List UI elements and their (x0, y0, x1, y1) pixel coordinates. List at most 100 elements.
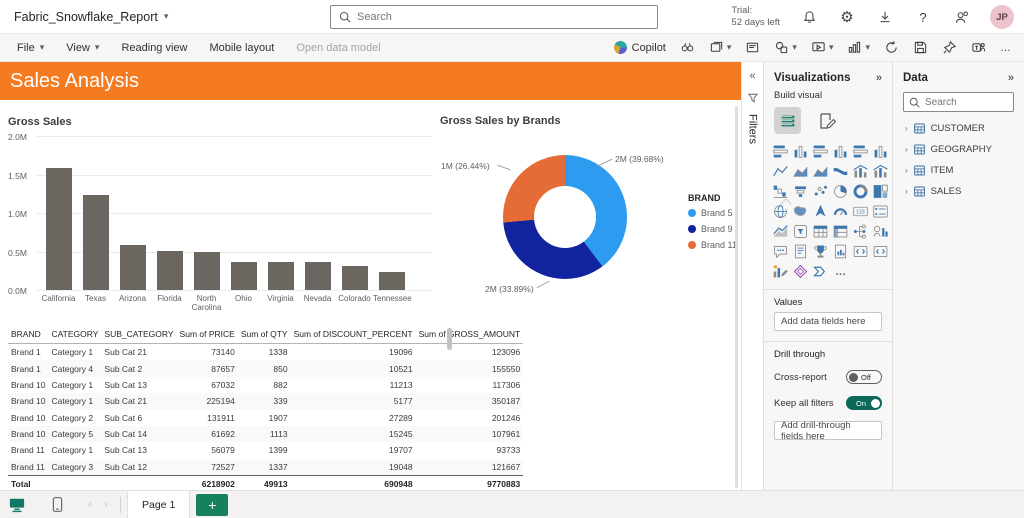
stacked-bar-chart-icon[interactable] (771, 142, 790, 161)
bar-texas[interactable] (82, 194, 109, 290)
column-header[interactable]: BRAND (8, 325, 49, 344)
column-header[interactable]: Sum of GROSS_AMOUNT (415, 325, 524, 344)
prev-page-icon[interactable]: ‹ (82, 499, 98, 511)
table-row[interactable]: Brand 1 Category 4 Sub Cat 2 87657 850 10521 1… (8, 360, 524, 377)
desktop-view-icon[interactable] (4, 491, 30, 518)
explore-icon[interactable] (680, 40, 695, 55)
table-scrollbar[interactable] (447, 328, 452, 350)
key-influencers-icon[interactable] (871, 222, 890, 241)
help-icon[interactable]: ? (914, 8, 932, 26)
settings-icon[interactable]: ⚙ (838, 8, 856, 26)
menu-item-file[interactable]: File ▾ (8, 38, 53, 58)
column-header[interactable]: Sum of DISCOUNT_PERCENT (290, 325, 416, 344)
table-row[interactable]: Brand 10 Category 5 Sub Cat 14 61692 1113 152… (8, 425, 524, 443)
bar-tennessee[interactable] (378, 272, 405, 290)
more-options-icon[interactable]: … (1000, 42, 1012, 54)
decomposition-tree-icon[interactable] (851, 222, 870, 241)
line-stacked-column-chart-icon[interactable] (851, 162, 870, 181)
data-table-customer[interactable]: › CUSTOMER (893, 118, 1024, 139)
next-page-icon[interactable]: › (98, 499, 114, 511)
values-field-well[interactable]: Add data fields here (774, 312, 882, 331)
build-visual-selected-icon[interactable] (774, 107, 801, 134)
bar-nevada[interactable] (304, 262, 331, 290)
metrics-icon[interactable] (811, 242, 830, 261)
matrix-icon[interactable] (831, 222, 850, 241)
stacked-area-chart-icon[interactable] (811, 162, 830, 181)
download-icon[interactable] (876, 8, 894, 26)
legend-item-brand-11[interactable]: Brand 11 (688, 240, 737, 250)
power-apps-icon[interactable] (791, 262, 810, 281)
waterfall-chart-icon[interactable] (771, 182, 790, 201)
treemap-icon[interactable] (871, 182, 890, 201)
card-icon[interactable]: 123 (851, 202, 870, 221)
gauge-icon[interactable] (831, 202, 850, 221)
table-row[interactable]: Brand 1 Category 1 Sub Cat 21 73140 1338 1909… (8, 344, 523, 361)
new-visual-icon[interactable]: ▾ (847, 40, 870, 55)
filled-map-icon[interactable] (791, 202, 810, 221)
donut-chart[interactable] (503, 155, 627, 279)
bar-california[interactable] (45, 168, 72, 290)
collapse-data-pane-icon[interactable]: » (1008, 72, 1014, 84)
ribbon-chart-icon[interactable] (831, 162, 850, 181)
bar-ohio[interactable] (230, 261, 257, 290)
chevron-right-icon[interactable]: › (905, 187, 908, 196)
canvas-scrollbar[interactable] (735, 106, 738, 488)
table-row[interactable]: Brand 11 Category 1 Sub Cat 13 56079 1399 197… (8, 442, 523, 458)
table-row[interactable]: Brand 10 Category 2 Sub Cat 6 131911 1907 272… (8, 410, 523, 426)
power-automate-icon[interactable] (811, 262, 830, 281)
notifications-icon[interactable] (800, 8, 818, 26)
bar-arizona[interactable] (119, 244, 146, 290)
filters-pane-label[interactable]: Filters (747, 114, 759, 144)
more-visuals-icon[interactable]: … (831, 262, 850, 281)
bar-colorado[interactable] (341, 266, 368, 290)
collapse-pane-icon[interactable]: » (876, 72, 882, 84)
menu-item-mobile-layout[interactable]: Mobile layout (201, 38, 284, 58)
azure-map-icon[interactable] (811, 202, 830, 221)
stacked-column-chart-icon[interactable] (791, 142, 810, 161)
100-stacked-column-chart-icon[interactable] (871, 142, 890, 161)
bar-virginia[interactable] (267, 262, 294, 290)
mobile-view-icon[interactable] (44, 491, 70, 518)
slicer-icon[interactable] (791, 222, 810, 241)
legend-item-brand-5[interactable]: Brand 5 (688, 208, 737, 218)
scatter-chart-icon[interactable] (811, 182, 830, 201)
clustered-column-chart-icon[interactable] (831, 142, 850, 161)
data-search-input[interactable] (925, 96, 1005, 108)
menu-item-reading-view[interactable]: Reading view (112, 38, 196, 58)
table-icon[interactable] (811, 222, 830, 241)
column-header[interactable]: Sum of PRICE (176, 325, 238, 344)
line-chart-icon[interactable] (771, 162, 790, 181)
report-name-menu[interactable]: Fabric_Snowflake_Report ▾ (14, 10, 168, 24)
keep-all-filters-toggle[interactable]: On (846, 396, 882, 410)
format-visual-icon[interactable] (817, 111, 837, 131)
avatar[interactable]: JP (990, 5, 1014, 29)
paginated-report-icon[interactable] (831, 242, 850, 261)
legend-item-brand-9[interactable]: Brand 9 (688, 224, 737, 234)
bookmarks-icon[interactable]: ▾ (709, 40, 731, 55)
feedback-icon[interactable] (952, 8, 970, 26)
data-table-geography[interactable]: › GEOGRAPHY (893, 139, 1024, 160)
bar-florida[interactable] (156, 250, 183, 290)
drill-through-field-well[interactable]: Add drill-through fields here (774, 420, 882, 442)
chevron-right-icon[interactable]: › (905, 124, 908, 133)
funnel-chart-icon[interactable] (791, 182, 810, 201)
script-visual-icon[interactable] (851, 242, 870, 261)
smart-narrative-icon[interactable] (791, 242, 810, 261)
column-header[interactable]: Sum of QTY (237, 325, 291, 344)
add-page-button[interactable]: + (196, 493, 229, 516)
data-search[interactable] (903, 92, 1014, 112)
column-header[interactable]: CATEGORY (48, 325, 102, 344)
menu-item-view[interactable]: View ▾ (57, 38, 108, 58)
teams-icon[interactable] (971, 40, 986, 55)
shapes-icon[interactable]: ▾ (774, 40, 797, 55)
column-header[interactable]: SUB_CATEGORY (101, 325, 177, 344)
table-row[interactable]: Brand 10 Category 1 Sub Cat 21 225194 339 517… (8, 393, 524, 410)
clustered-bar-chart-icon[interactable] (811, 142, 830, 161)
present-icon[interactable]: ▾ (811, 40, 833, 55)
search-input[interactable] (357, 11, 649, 23)
chevron-right-icon[interactable]: › (905, 145, 908, 154)
expand-filters-icon[interactable]: « (749, 70, 755, 82)
save-icon[interactable] (913, 40, 928, 55)
data-table-item[interactable]: › ITEM (893, 160, 1024, 181)
multi-row-card-icon[interactable] (871, 202, 890, 221)
